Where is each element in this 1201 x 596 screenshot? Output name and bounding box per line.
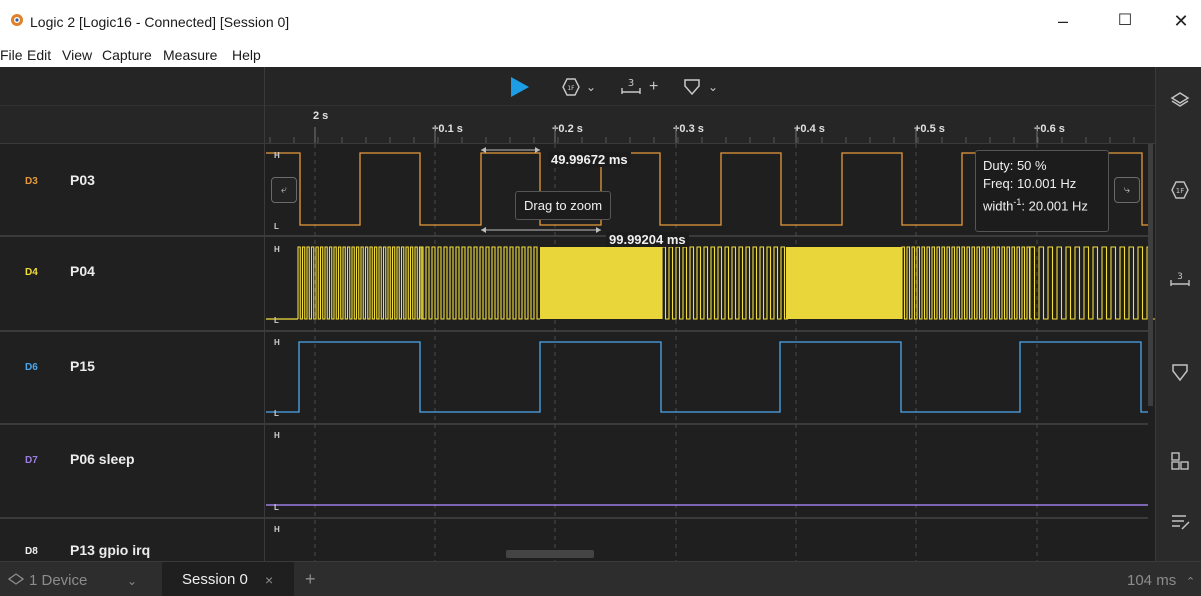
trace-p04-pulses [419,246,540,320]
duty-value: Duty: 50 % [983,158,1047,173]
extensions-icon[interactable] [1169,450,1191,472]
minimize-button[interactable]: – [1043,6,1083,36]
pulse-width-bracket-arrow-right [535,147,540,153]
trace-p04-pulses [901,246,1032,320]
trace-p04-pulses [661,246,788,320]
device-icon [8,573,24,585]
svg-text:1F: 1F [1176,187,1184,195]
close-button[interactable]: ✕ [1161,6,1201,36]
time-gridlines [314,144,1038,561]
close-tab-icon[interactable]: × [265,572,273,588]
svg-text:3: 3 [1177,272,1183,282]
menu-view[interactable]: View [62,47,92,63]
logic-app-icon [11,14,23,26]
level-high-label: H [274,338,280,347]
pulse-width-bracket-arrow-left [481,147,486,153]
level-low-label: L [274,503,279,512]
menu-file[interactable]: File [0,47,23,63]
device-dropdown-chevron[interactable]: ⌄ [127,574,137,588]
drag-to-zoom-hint: Drag to zoom [515,191,612,220]
trace-p04-pulses [1029,246,1155,320]
session-bar: 1 Device ⌄ Session 0 × + 104 ms ⌃ [0,561,1201,596]
horizontal-scrollbar-thumb [506,550,594,558]
level-low-label: L [274,222,279,231]
measurements-icon[interactable]: 3 [1169,267,1191,289]
tab-session-0[interactable]: Session 0 × [162,562,294,596]
duration-expand-chevron[interactable]: ⌃ [1186,575,1195,588]
vertical-scrollbar-thumb [1148,144,1153,406]
window-title: Logic 2 [Logic16 - Connected] [Session 0… [30,14,290,30]
trace-p04-dense-burst [540,247,662,319]
ruler-ticks [269,127,1135,143]
maximize-button[interactable]: ☐ [1105,6,1145,36]
menu-help[interactable]: Help [232,47,261,63]
period-measurement: 99.99204 ms [606,232,689,247]
logic-main-area: 1F ⌄ 3 + ⌄ 2 s +0.1 s +0.2 s +0.3 s +0.4… [0,67,1201,596]
prev-edge-button[interactable]: ⤶ [271,177,297,203]
menu-capture[interactable]: Capture [102,47,152,63]
menu-edit[interactable]: Edit [27,47,51,63]
frequency-value: Freq: 10.001 Hz [983,176,1077,191]
markers-icon[interactable] [1169,362,1191,384]
period-bracket-arrow-left [481,227,486,233]
inverse-width-value: width-1: 20.001 Hz [983,197,1088,214]
level-high-label: H [274,431,280,440]
title-bar: Logic 2 [Logic16 - Connected] [Session 0… [0,0,1201,44]
menu-measure[interactable]: Measure [163,47,217,63]
right-sidebar: 1F 3 [1155,67,1201,561]
trace-p04-dense-burst [786,247,902,319]
device-count[interactable]: 1 Device [29,572,87,589]
level-low-label: L [274,409,279,418]
layers-icon[interactable] [1169,89,1191,111]
next-edge-button[interactable]: ⤷ [1114,177,1140,203]
waveform-canvas[interactable] [0,67,1155,561]
level-high-label: H [274,245,280,254]
trace-p15 [266,341,1148,413]
level-low-label: L [274,316,279,325]
period-bracket-arrow-right [596,227,601,233]
notes-icon[interactable] [1169,511,1191,533]
capture-duration: 104 ms [1127,572,1177,589]
analyzers-icon[interactable]: 1F [1169,179,1191,201]
level-high-label: H [274,151,280,160]
add-session-button[interactable]: + [305,569,316,590]
menu-bar: File Edit View Capture Measure Help [0,44,1201,67]
level-high-label: H [274,525,280,534]
session-tab-label: Session 0 [182,571,248,588]
measurement-tooltip: Duty: 50 % Freq: 10.001 Hz width-1: 20.0… [975,150,1109,232]
pulse-width-measurement: 49.99672 ms [548,152,631,167]
trace-p04-pulses [297,246,424,320]
